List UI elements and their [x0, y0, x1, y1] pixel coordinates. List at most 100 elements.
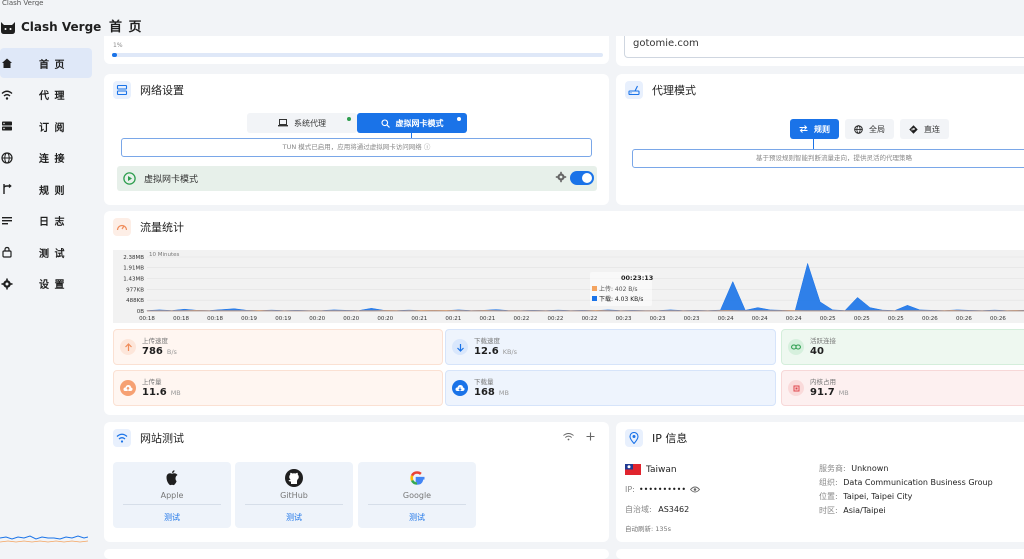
eye-icon[interactable]	[690, 486, 701, 493]
tooltip-download: 下载: 4.03 KB/s	[599, 295, 643, 303]
tile-divider	[123, 504, 221, 505]
y-tick-label: 0B	[137, 309, 144, 315]
ip-asn-row: 自治域: AS3462	[625, 504, 689, 515]
mode-direct-label: 直连	[924, 124, 940, 134]
mode-direct-button[interactable]: 直连	[900, 119, 949, 139]
google-icon	[410, 471, 425, 485]
proxy-mode-hint: 基于预设规则智能判断流量走向，提供灵活的代理策略	[632, 149, 1024, 168]
network-test-icon[interactable]	[563, 432, 574, 441]
wifi-icon	[113, 429, 131, 447]
network-icon	[113, 81, 131, 99]
proxy-mode-card: 代理模式 规则 全局 直连 基于预设规则智能判断流量走向，提供灵活的代理策略	[616, 74, 1024, 205]
site-name: Google	[402, 491, 432, 500]
ip-location-row: 位置: Taipei, Taipei City	[819, 491, 912, 502]
profile-card: 1%	[104, 36, 609, 64]
ip-country-name: Taiwan	[646, 464, 677, 475]
ip-provider-row: 服务商: Unknown	[819, 463, 888, 474]
mode-global-button[interactable]: 全局	[845, 119, 894, 139]
asn-label: 自治域:	[625, 505, 652, 514]
traffic-card: 流量统计 10 Minutes 2.38MB 1.91MB 1.43MB 977KB 48…	[104, 211, 1024, 415]
lock-icon	[0, 245, 14, 259]
site-tile-apple: Apple 测试	[113, 462, 231, 528]
stat-value: 91.7 MB	[810, 387, 849, 398]
mode-rule-button[interactable]: 规则	[790, 119, 839, 139]
x-tick-label: 00:18	[207, 316, 223, 322]
sidebar-item-label: 首 页	[39, 59, 66, 71]
sidebar-item-connections[interactable]: 连 接	[0, 143, 92, 173]
network-settings-title: 网络设置	[140, 84, 184, 97]
profile-usage-bar	[112, 53, 603, 57]
x-tick-label: 00:23	[684, 316, 700, 322]
sidebar-item-rules[interactable]: 规 则	[0, 174, 92, 204]
direction-icon	[909, 124, 918, 134]
test-button[interactable]: 测试	[235, 512, 353, 523]
provider-value: Unknown	[851, 464, 889, 473]
sidebar-item-label: 订 阅	[39, 122, 66, 134]
x-tick-label: 00:24	[752, 316, 768, 322]
sidebar-item-proxy[interactable]: 代 理	[0, 80, 92, 110]
ip-address-row: IP: ••••••••••	[625, 485, 701, 494]
location-value: Taipei, Taipei City	[843, 492, 913, 501]
sidebar-item-logs[interactable]: 日 志	[0, 206, 92, 236]
tun-mode-label: 虚拟网卡模式	[395, 118, 444, 128]
cloud-upload-icon	[120, 380, 136, 396]
wifi-icon	[0, 88, 14, 102]
stat-number: 40	[810, 346, 824, 357]
x-tick-label: 00:25	[854, 316, 870, 322]
x-tick-label: 00:19	[275, 316, 291, 322]
sidebar-item-label: 连 接	[39, 154, 66, 165]
cat-logo-icon	[1, 22, 15, 34]
ip-label: IP:	[625, 485, 635, 494]
system-proxy-button[interactable]: 系统代理	[247, 113, 357, 133]
tun-mode-button[interactable]: 虚拟网卡模式	[357, 113, 467, 133]
add-icon[interactable]	[586, 432, 595, 441]
globe-icon	[0, 151, 14, 165]
site-test-title: 网站测试	[140, 432, 184, 445]
x-tick-label: 00:26	[990, 316, 1006, 322]
y-tick-label: 2.38MB	[123, 255, 144, 261]
stat-title: 上传量	[142, 378, 162, 386]
home-icon	[0, 56, 14, 70]
mode-global-label: 全局	[869, 124, 885, 134]
test-button[interactable]: 测试	[358, 512, 476, 523]
link-icon	[788, 339, 804, 355]
x-tick-label: 00:24	[718, 316, 734, 322]
stat-value: 40	[810, 346, 824, 357]
asn-value: AS3462	[658, 505, 690, 514]
sidebar-item-home[interactable]: 首 页	[0, 48, 92, 78]
ip-info-header: IP 信息	[625, 429, 687, 447]
stat-title: 下载量	[474, 378, 494, 386]
stat-value: 11.6 MB	[142, 387, 181, 398]
tun-settings-gear-icon[interactable]	[555, 171, 567, 183]
taiwan-flag-icon	[625, 464, 641, 475]
network-settings-card: 网络设置 系统代理 虚拟网卡模式 TUN 模式已启用，应用将通过虚拟网卡访问网络…	[104, 74, 609, 205]
stat-download-speed: 下载速度 12.6 KB/s	[445, 329, 776, 365]
current-site-field[interactable]: gotomie.com	[624, 36, 1024, 58]
series-area-upload	[146, 310, 1024, 312]
x-tick-label: 00:19	[241, 316, 257, 322]
x-tick-label: 00:18	[139, 316, 155, 322]
gear-icon	[0, 277, 14, 291]
sidebar-item-test[interactable]: 测 试	[0, 237, 92, 267]
sidebar-item-settings[interactable]: 设 置	[0, 269, 92, 299]
test-button[interactable]: 测试	[113, 512, 231, 523]
next-card-right	[616, 549, 1024, 559]
memory-icon	[788, 380, 804, 396]
tun-toggle[interactable]	[570, 171, 594, 185]
x-tick-label: 00:20	[309, 316, 325, 322]
profile-usage-label: 1%	[113, 42, 123, 49]
stat-number: 786	[142, 346, 163, 357]
network-settings-header: 网络设置	[113, 81, 184, 99]
site-name: GitHub	[280, 491, 308, 500]
proxy-mode-header: 代理模式	[625, 81, 696, 99]
x-tick-label: 00:25	[820, 316, 836, 322]
next-card-left	[104, 549, 609, 559]
y-tick-label: 1.43MB	[123, 277, 144, 283]
router-icon	[625, 81, 643, 99]
sidebar-item-subscription[interactable]: 订 阅	[0, 111, 92, 141]
stat-total-upload: 上传量 11.6 MB	[113, 370, 443, 406]
site-test-header: 网站测试	[113, 429, 184, 447]
tooltip-time: 00:23:13	[621, 274, 653, 282]
sidebar-nav: 首 页 代 理 订 阅 连 接 规 则 日 志 测 试 设 置	[0, 48, 98, 300]
stat-number: 11.6	[142, 387, 167, 398]
